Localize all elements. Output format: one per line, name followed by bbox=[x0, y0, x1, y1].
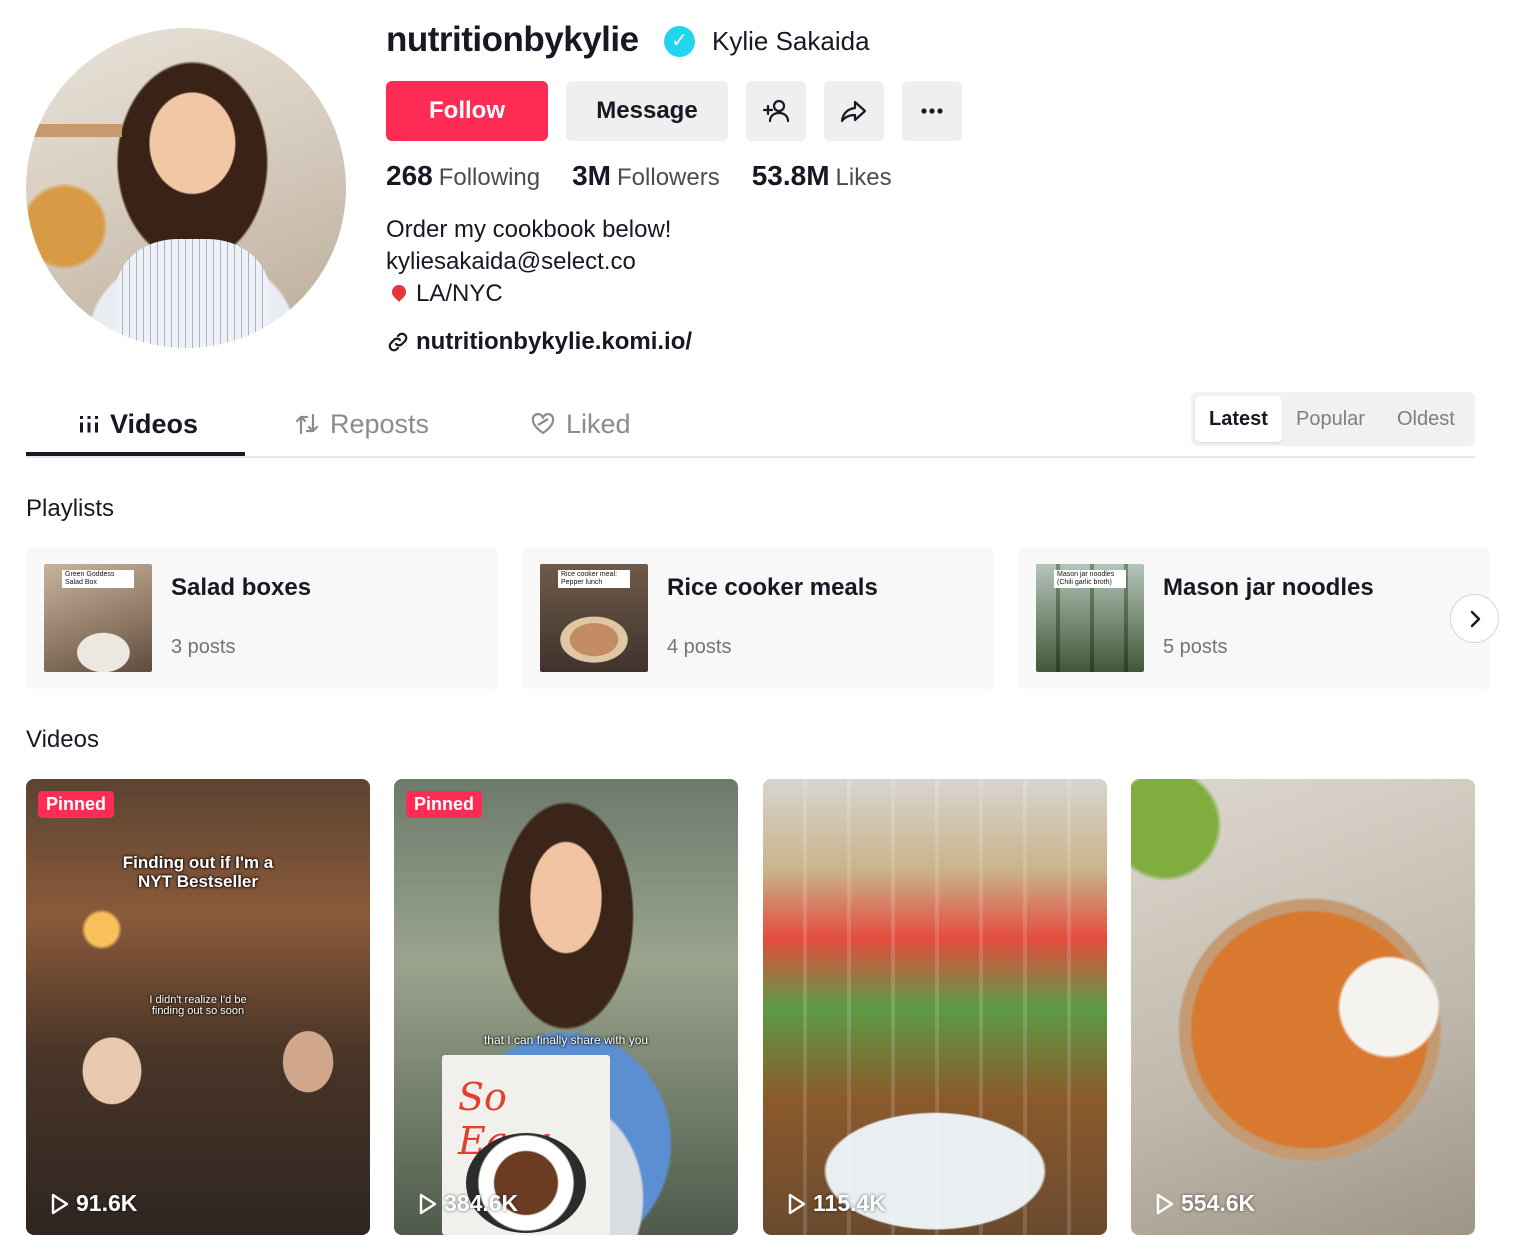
avatar-background-shelf bbox=[26, 124, 122, 137]
pinned-badge: Pinned bbox=[406, 791, 483, 818]
profile-bio: Order my cookbook below! kyliesakaida@se… bbox=[386, 214, 671, 310]
followers-stat[interactable]: 3M Followers bbox=[572, 160, 720, 192]
profile-stats: 268 Following 3M Followers 53.8M Likes bbox=[386, 160, 892, 192]
tab-liked-label: Liked bbox=[566, 408, 631, 439]
video-card[interactable]: 115.4K bbox=[763, 779, 1107, 1235]
video-views-text: 384.6K bbox=[444, 1190, 519, 1216]
active-tab-indicator bbox=[26, 452, 245, 456]
video-views-text: 91.6K bbox=[76, 1190, 138, 1216]
playlist-post-count: 4 posts bbox=[667, 636, 732, 658]
profile-link-text: nutritionbykylie.komi.io/ bbox=[416, 328, 693, 355]
more-options-button[interactable] bbox=[902, 81, 962, 141]
playlist-card[interactable]: Mason jar noodles (Chili garlic broth) M… bbox=[1018, 548, 1490, 689]
more-dots-icon bbox=[921, 108, 943, 114]
likes-count: 53.8M bbox=[751, 160, 830, 191]
playlist-name: Salad boxes bbox=[171, 574, 312, 601]
video-overlay-subcaption: I didn't realize I'd be finding out so s… bbox=[149, 994, 247, 1017]
video-card[interactable]: 554.6K bbox=[1131, 779, 1475, 1235]
video-view-count: 554.6K bbox=[1155, 1190, 1255, 1217]
followers-count: 3M bbox=[572, 160, 612, 191]
playlist-post-count: 3 posts bbox=[171, 636, 236, 658]
liked-heart-icon bbox=[531, 413, 555, 435]
following-label: Following bbox=[438, 164, 541, 191]
video-overlay-caption: that I can finally share with you bbox=[483, 1033, 649, 1047]
sort-latest-button[interactable]: Latest bbox=[1195, 396, 1282, 442]
message-button[interactable]: Message bbox=[566, 81, 728, 141]
playlist-thumbnail-caption: Green Goddess Salad Box bbox=[62, 570, 134, 588]
videos-heading: Videos bbox=[26, 726, 99, 753]
video-card[interactable]: Pinned Finding out if I'm a NYT Bestsell… bbox=[26, 779, 370, 1235]
playlist-thumbnail: Mason jar noodles (Chili garlic broth) bbox=[1036, 564, 1144, 672]
playlists-next-button[interactable] bbox=[1450, 594, 1499, 643]
playlist-card[interactable]: Green Goddess Salad Box Salad boxes 3 po… bbox=[26, 548, 498, 689]
profile-nickname: Kylie Sakaida bbox=[712, 26, 870, 56]
profile-username: nutritionbykylie bbox=[386, 20, 639, 59]
share-button[interactable] bbox=[824, 81, 884, 141]
video-views-text: 554.6K bbox=[1181, 1190, 1256, 1216]
bio-line: Order my cookbook below! bbox=[386, 216, 672, 243]
videos-grid-icon bbox=[80, 416, 98, 433]
video-view-count: 115.4K bbox=[787, 1190, 886, 1217]
chevron-right-icon bbox=[1470, 610, 1480, 627]
following-stat[interactable]: 268 Following bbox=[386, 160, 540, 192]
verified-badge-icon: ✓ bbox=[664, 26, 695, 57]
tab-videos[interactable]: Videos bbox=[78, 402, 198, 446]
playlist-thumbnail-caption: Mason jar noodles (Chili garlic broth) bbox=[1054, 570, 1126, 588]
play-icon bbox=[788, 1193, 806, 1214]
video-view-count: 384.6K bbox=[418, 1190, 518, 1217]
playlist-name: Mason jar noodles bbox=[1163, 574, 1374, 601]
playlist-post-count: 5 posts bbox=[1163, 636, 1228, 658]
location-pin-icon bbox=[389, 282, 409, 302]
add-friend-icon bbox=[762, 99, 790, 123]
playlist-thumbnail-caption: Rice cooker meal: Pepper lunch bbox=[558, 570, 630, 588]
playlists-heading: Playlists bbox=[26, 495, 115, 522]
play-icon bbox=[1156, 1193, 1174, 1214]
likes-label: Likes bbox=[835, 164, 892, 191]
playlist-thumbnail: Green Goddess Salad Box bbox=[44, 564, 152, 672]
cookbook-bowl-image bbox=[466, 1133, 586, 1233]
playlist-thumbnail: Rice cooker meal: Pepper lunch bbox=[540, 564, 648, 672]
suggested-accounts-button[interactable] bbox=[746, 81, 806, 141]
link-icon bbox=[388, 332, 408, 352]
avatar-shirt bbox=[115, 239, 270, 348]
pinned-badge: Pinned bbox=[38, 791, 115, 818]
sort-toggle: Latest Popular Oldest bbox=[1191, 392, 1475, 446]
repost-icon bbox=[295, 413, 319, 435]
tab-reposts[interactable]: Reposts bbox=[294, 402, 429, 446]
sort-oldest-button[interactable]: Oldest bbox=[1383, 396, 1469, 442]
video-views-text: 115.4K bbox=[813, 1190, 886, 1216]
bio-location: LA/NYC bbox=[386, 278, 671, 310]
profile-avatar[interactable] bbox=[26, 28, 346, 348]
followers-label: Followers bbox=[617, 164, 720, 191]
playlist-name: Rice cooker meals bbox=[667, 574, 878, 601]
tab-liked[interactable]: Liked bbox=[530, 402, 631, 446]
following-count: 268 bbox=[386, 160, 433, 191]
sort-popular-button[interactable]: Popular bbox=[1282, 396, 1379, 442]
play-icon bbox=[51, 1193, 69, 1214]
bio-location-text: LA/NYC bbox=[416, 280, 503, 307]
share-icon bbox=[840, 100, 867, 123]
profile-link[interactable]: nutritionbykylie.komi.io/ bbox=[386, 328, 692, 356]
follow-button[interactable]: Follow bbox=[386, 81, 548, 141]
video-overlay-caption: Finding out if I'm a NYT Bestseller bbox=[122, 853, 274, 891]
play-icon bbox=[419, 1193, 437, 1214]
video-view-count: 91.6K bbox=[50, 1190, 137, 1217]
likes-stat: 53.8M Likes bbox=[752, 160, 892, 192]
tab-reposts-label: Reposts bbox=[330, 408, 430, 439]
playlist-card[interactable]: Rice cooker meal: Pepper lunch Rice cook… bbox=[522, 548, 994, 689]
tab-videos-label: Videos bbox=[110, 408, 199, 439]
video-card[interactable]: Pinned So Easy that I can finally share … bbox=[394, 779, 738, 1235]
bio-email: kyliesakaida@select.co bbox=[386, 248, 636, 275]
